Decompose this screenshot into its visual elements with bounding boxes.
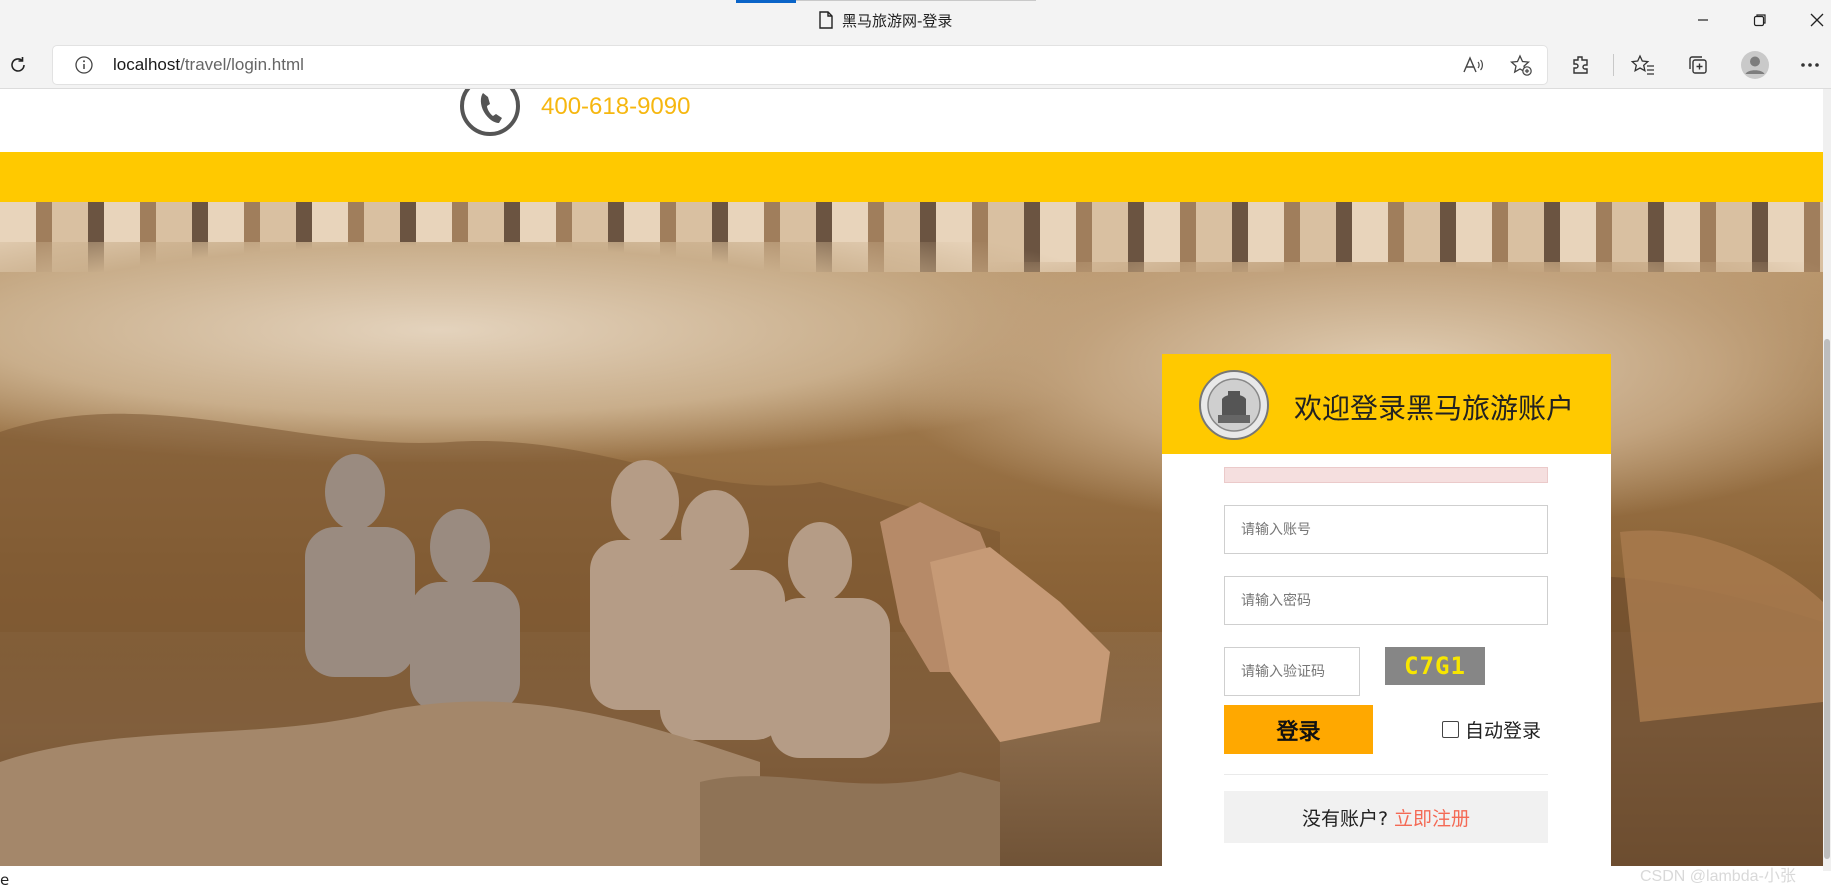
reload-button[interactable] [3,50,33,80]
login-header: 欢迎登录黑马旅游账户 [1162,354,1611,454]
register-link[interactable]: 立即注册 [1394,804,1470,831]
add-favorite-icon [1510,54,1532,76]
favorites-button[interactable] [1628,50,1658,80]
close-button[interactable] [1794,6,1831,34]
browser-toolbar: localhost/travel/login.html [0,42,1831,89]
login-title: 欢迎登录黑马旅游账户 [1294,392,1575,425]
login-button[interactable]: 登录 [1224,705,1373,754]
phone-number: 400-618-9090 [541,93,691,120]
nav-bar [0,152,1823,202]
more-button[interactable] [1795,50,1825,80]
captcha-image[interactable]: C7G1 [1385,647,1485,685]
restore-icon [1753,14,1766,27]
restore-button[interactable] [1737,6,1783,34]
collections-button[interactable] [1683,50,1713,80]
page-scrollbar[interactable] [1823,89,1831,871]
info-icon [75,56,93,74]
active-tab-indicator [736,0,796,3]
document-icon [818,11,834,29]
url-host: localhost [113,55,181,74]
url-path: /travel/login.html [180,55,304,74]
login-panel: 欢迎登录黑马旅游账户 C7G1 登录 自动登录 没有账户? 立即注册 [1162,354,1611,871]
phone-icon [460,89,520,136]
close-icon [1810,13,1824,27]
status-text: e [0,871,10,889]
read-aloud-icon [1463,56,1483,73]
profile-button[interactable] [1738,48,1772,82]
read-aloud-button[interactable] [1458,50,1488,80]
password-input[interactable] [1224,576,1548,625]
minimize-button[interactable] [1680,6,1726,34]
toolbar-separator [1613,54,1614,76]
tab-title-text: 黑马旅游网-登录 [842,11,953,30]
register-prompt: 没有账户? 立即注册 [1224,791,1548,843]
tab-divider [796,0,1036,1]
minimize-icon [1698,19,1708,21]
captcha-code: C7G1 [1404,652,1466,680]
tab-title[interactable]: 黑马旅游网-登录 [818,9,952,31]
username-input[interactable] [1224,505,1548,554]
logo-icon [1199,370,1269,440]
favorites-icon [1631,54,1654,75]
scrollbar-thumb[interactable] [1824,339,1830,859]
auto-login-label: 自动登录 [1465,720,1542,742]
site-info-button[interactable] [69,50,99,80]
no-account-text: 没有账户? [1301,807,1389,830]
reload-icon [11,57,25,72]
web-page: 400-618-9090 欢迎登录黑马旅游账户 请输入账号 请输入验证码 C7G… [0,89,1823,871]
captcha-input[interactable] [1224,647,1360,696]
error-message-bar [1224,467,1548,483]
divider [1224,774,1548,775]
collections-icon [1689,56,1707,74]
auto-login-checkbox[interactable] [1442,721,1459,738]
add-favorite-button[interactable] [1506,50,1536,80]
watermark: CSDN @lambda-小张 [1640,868,1796,885]
more-icon [1801,63,1819,67]
browser-titlebar: 黑马旅游网-登录 [0,0,1831,42]
extensions-icon [1573,56,1588,74]
auto-login-option[interactable]: 自动登录 [1442,716,1541,743]
extensions-button[interactable] [1566,50,1596,80]
address-bar[interactable]: localhost/travel/login.html [52,45,1548,85]
profile-icon [1741,51,1769,79]
url-text: localhost/travel/login.html [113,55,304,75]
